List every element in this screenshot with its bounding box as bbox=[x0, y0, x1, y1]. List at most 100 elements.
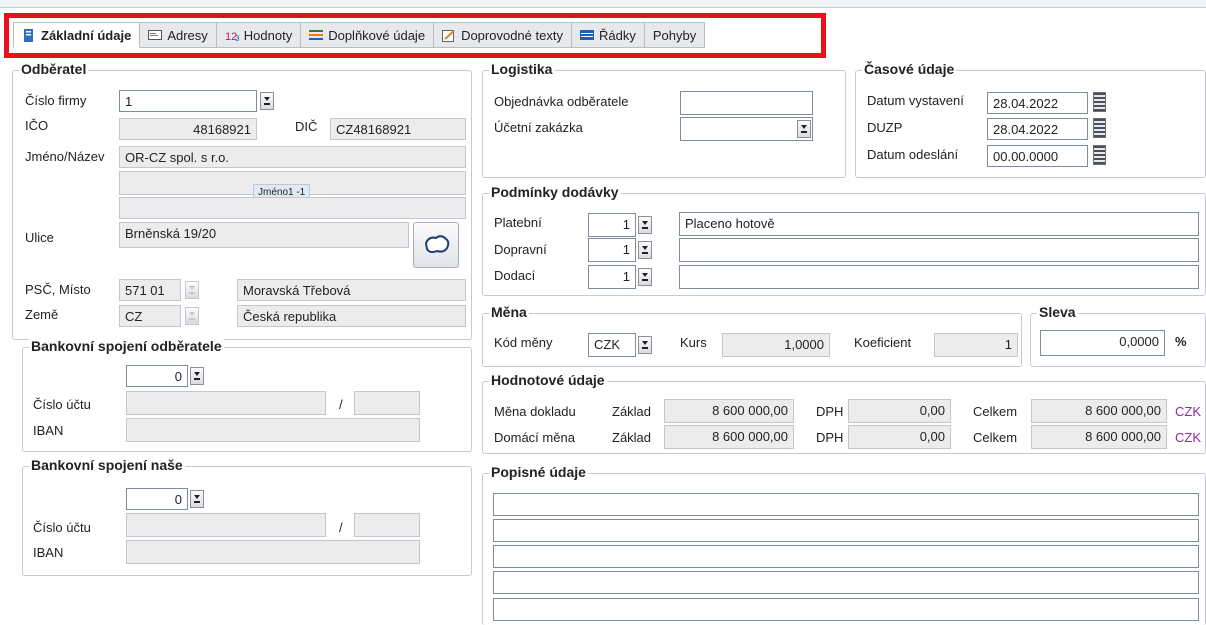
numbers-icon: 12 3 bbox=[225, 29, 240, 43]
popisne-row[interactable] bbox=[493, 519, 1199, 542]
calendar-icon[interactable] bbox=[1093, 92, 1106, 112]
tab-pohyby[interactable]: Pohyby bbox=[644, 22, 706, 48]
duzp-field[interactable]: 28.04.2022 bbox=[987, 118, 1088, 140]
platebni-dropdown[interactable] bbox=[638, 216, 652, 234]
dodaci-field[interactable]: 1 bbox=[588, 265, 636, 289]
popisne-row[interactable] bbox=[493, 571, 1199, 594]
kurs-field: 1,0000 bbox=[722, 333, 830, 357]
stack-icon bbox=[309, 29, 324, 41]
popisne-row[interactable] bbox=[493, 598, 1199, 621]
zakazka-label: Účetní zakázka bbox=[494, 120, 583, 135]
zakazka-dropdown[interactable] bbox=[797, 120, 811, 138]
currency-label: CZK bbox=[1175, 430, 1201, 445]
rows-icon bbox=[579, 29, 594, 41]
jmeno-field-3 bbox=[119, 197, 466, 219]
banka-nase-dropdown[interactable] bbox=[190, 490, 204, 508]
zeme-field: Česká republika bbox=[237, 305, 466, 327]
dph-field: 0,00 bbox=[848, 425, 951, 449]
dodaci-text-field[interactable] bbox=[679, 265, 1199, 289]
tab-adresy[interactable]: Adresy bbox=[140, 22, 217, 48]
psc-field: 571 01 bbox=[119, 279, 181, 301]
map-icon bbox=[424, 235, 450, 254]
odeslani-label: Datum odeslání bbox=[867, 147, 959, 162]
platebni-text-field[interactable]: Placeno hotově bbox=[679, 212, 1199, 236]
sleva-unit: % bbox=[1175, 334, 1187, 349]
tab-label: Hodnoty bbox=[243, 27, 293, 43]
zeme-dropdown[interactable] bbox=[185, 307, 199, 325]
sleva-field[interactable]: 0,0000 bbox=[1040, 330, 1165, 356]
tab-label: Doprovodné texty bbox=[461, 27, 563, 43]
dph-field: 0,00 bbox=[848, 399, 951, 423]
casove-legend: Časové údaje bbox=[862, 61, 957, 77]
vystaveni-label: Datum vystavení bbox=[867, 93, 964, 108]
tab-doprovodne-texty[interactable]: Doprovodné texty bbox=[434, 22, 572, 48]
slash-label-nase: / bbox=[339, 520, 343, 535]
cislo-firmy-dropdown[interactable] bbox=[260, 92, 274, 110]
tab-radky[interactable]: Řádky bbox=[571, 22, 645, 48]
vystaveni-field[interactable]: 28.04.2022 bbox=[987, 92, 1088, 114]
map-button[interactable] bbox=[413, 222, 459, 268]
cislo-uctu-label-nase: Číslo účtu bbox=[33, 520, 91, 535]
popisne-row[interactable] bbox=[493, 493, 1199, 516]
celkem-label: Celkem bbox=[973, 404, 1018, 419]
dopravni-field[interactable]: 1 bbox=[588, 238, 636, 262]
cislo-uctu-field-nase bbox=[126, 513, 326, 537]
edit-note-icon bbox=[442, 29, 456, 42]
platebni-field[interactable]: 1 bbox=[588, 213, 636, 237]
banka-odberatel-spinner[interactable]: 0 bbox=[126, 365, 188, 387]
logistika-legend: Logistika bbox=[489, 61, 555, 77]
dph-label: DPH bbox=[816, 430, 844, 445]
cislo-firmy-label: Číslo firmy bbox=[25, 93, 87, 108]
dic-field: CZ48168921 bbox=[330, 118, 466, 140]
hodnotove-legend: Hodnotové údaje bbox=[489, 372, 607, 388]
mena-dokladu-label: Měna dokladu bbox=[494, 404, 576, 419]
sleva-legend: Sleva bbox=[1037, 304, 1078, 320]
iban-field bbox=[126, 418, 420, 442]
dodaci-dropdown[interactable] bbox=[638, 268, 652, 286]
celkem-label: Celkem bbox=[973, 430, 1018, 445]
zaklad-label: Základ bbox=[612, 430, 652, 445]
dopravni-label: Dopravní bbox=[494, 242, 547, 257]
ulice-field: Brněnská 19/20 bbox=[119, 222, 409, 248]
koeficient-label: Koeficient bbox=[854, 335, 912, 350]
iban-label-nase: IBAN bbox=[33, 545, 64, 560]
dodaci-label: Dodací bbox=[494, 268, 536, 283]
kod-meny-dropdown[interactable] bbox=[638, 336, 652, 354]
tab-label: Pohyby bbox=[652, 27, 697, 43]
zakazka-field[interactable] bbox=[680, 117, 813, 141]
objednavka-field[interactable] bbox=[680, 91, 813, 115]
tab-zakladni-udaje[interactable]: Základní údaje bbox=[13, 22, 141, 48]
dopravni-text-field[interactable] bbox=[679, 238, 1199, 262]
window-top-edge bbox=[0, 0, 1206, 8]
kod-meny-label: Kód měny bbox=[494, 335, 553, 350]
podminky-legend: Podmínky dodávky bbox=[489, 184, 621, 200]
kod-meny-field[interactable]: CZK bbox=[588, 333, 636, 357]
popisne-row[interactable] bbox=[493, 545, 1199, 568]
cislo-uctu-label: Číslo účtu bbox=[33, 397, 91, 412]
psc-dropdown[interactable] bbox=[185, 281, 199, 299]
svg-text:3: 3 bbox=[235, 34, 240, 42]
banka-odberatel-dropdown[interactable] bbox=[190, 367, 204, 385]
zaklad-field: 8 600 000,00 bbox=[664, 425, 794, 449]
calendar-icon[interactable] bbox=[1093, 118, 1106, 138]
kurs-label: Kurs bbox=[680, 335, 707, 350]
tab-doplnkove-udaje[interactable]: Doplňkové údaje bbox=[301, 22, 435, 48]
koeficient-field: 1 bbox=[934, 333, 1018, 357]
tab-hodnoty[interactable]: 12 3 Hodnoty bbox=[216, 22, 302, 48]
calendar-icon[interactable] bbox=[1093, 145, 1106, 165]
mena-legend: Měna bbox=[489, 304, 529, 320]
iban-label: IBAN bbox=[33, 423, 64, 438]
banka-nase-spinner[interactable]: 0 bbox=[126, 488, 188, 510]
ico-field: 48168921 bbox=[119, 118, 257, 140]
platebni-label: Platební bbox=[494, 215, 542, 230]
kod-banky-field bbox=[354, 391, 420, 415]
zaklad-field: 8 600 000,00 bbox=[664, 399, 794, 423]
dopravni-dropdown[interactable] bbox=[638, 241, 652, 259]
tab-label: Adresy bbox=[167, 27, 208, 43]
currency-label: CZK bbox=[1175, 404, 1201, 419]
jmeno-field: OR-CZ spol. s r.o. bbox=[119, 146, 466, 168]
jmeno-label: Jméno/Název bbox=[25, 149, 105, 164]
odeslani-field[interactable]: 00.00.0000 bbox=[987, 145, 1088, 167]
cislo-firmy-field[interactable]: 1 bbox=[119, 90, 257, 112]
kod-banky-field-nase bbox=[354, 513, 420, 537]
